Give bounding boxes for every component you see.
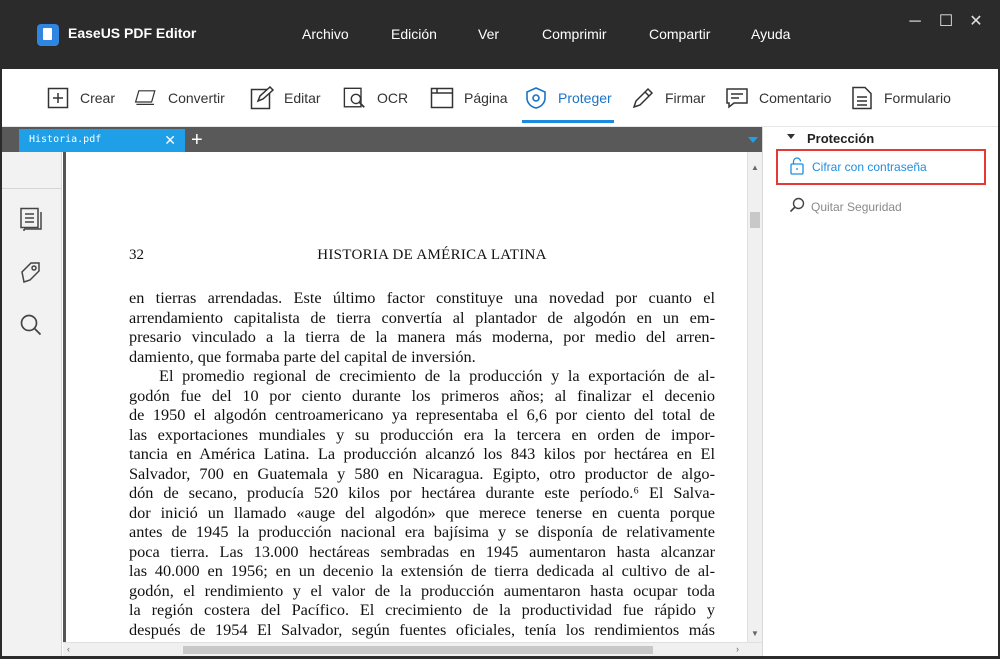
minimize-button[interactable]: ─ — [905, 12, 925, 32]
toolbar-firmar-label: Firmar — [665, 90, 706, 106]
text-line: dón de secano, producía 520 kilos por he… — [129, 483, 715, 502]
shield-icon — [524, 86, 548, 110]
close-window-button[interactable]: ✕ — [966, 12, 986, 32]
menu-comprimir[interactable]: Comprimir — [542, 26, 607, 42]
toolbar-comentario-label: Comentario — [759, 90, 832, 106]
title-bar: EaseUS PDF Editor Archivo Edición Ver Co… — [0, 0, 1000, 69]
text-line: El promedio regional de crecimiento de l… — [159, 366, 715, 385]
scroll-right-arrow-icon[interactable]: › — [736, 644, 739, 654]
thumbnails-icon[interactable] — [19, 207, 43, 231]
remove-security-button[interactable]: Quitar Seguridad — [789, 197, 902, 216]
toolbar-crear-button[interactable]: Crear — [46, 69, 115, 127]
bookmark-icon[interactable] — [19, 260, 43, 284]
text-line: después de 1954 El Salvador, según fuent… — [129, 619, 715, 639]
menu-edicion[interactable]: Edición — [391, 26, 437, 42]
running-head: HISTORIA DE AMÉRICA LATINA — [317, 247, 547, 263]
toolbar-editar-label: Editar — [284, 90, 321, 106]
text-line: antes de 1945 la producción nacional era… — [129, 522, 715, 541]
toolbar-convertir-label: Convertir — [168, 90, 225, 106]
scroll-left-arrow-icon[interactable]: ‹ — [67, 644, 70, 654]
close-tab-icon[interactable]: ✕ — [164, 132, 176, 149]
vertical-scrollbar[interactable]: ▲ ▼ — [747, 152, 762, 642]
text-line: Salvador, 700 en Guatemala y 580 en Nica… — [129, 463, 715, 483]
toolbar-pagina-label: Página — [464, 90, 508, 106]
plus-box-icon — [46, 86, 70, 110]
lock-icon — [790, 156, 804, 178]
text-line: arrendamiento capitalista de tierra conv… — [129, 307, 715, 327]
tab-historia-pdf[interactable]: Historia.pdf ✕ — [19, 129, 185, 152]
text-line: damiento, que formaba parte del capital … — [129, 346, 476, 366]
toolbar-crear-label: Crear — [80, 90, 116, 106]
toolbar-formulario-label: Formulario — [884, 90, 951, 106]
maximize-button[interactable]: ☐ — [936, 12, 956, 32]
text-line: en tierras arrendadas. Este último facto… — [129, 288, 715, 307]
collapse-caret-icon[interactable] — [787, 134, 795, 139]
remove-security-label: Quitar Seguridad — [811, 199, 902, 214]
text-line: las 40.000 en 1956; en un decenio la ext… — [129, 561, 715, 580]
toolbar-proteger-label: Proteger — [558, 90, 612, 106]
page-icon — [430, 86, 454, 110]
toolbar-ocr-label: OCR — [377, 90, 409, 106]
text-line: presario vinculado a la tierra de la man… — [129, 327, 715, 346]
menu-archivo[interactable]: Archivo — [302, 26, 349, 42]
app-logo-icon — [37, 24, 59, 46]
protection-panel: Protección Cifrar con contraseña Quitar … — [762, 127, 1000, 659]
text-line: godón fue del 10 por ciento durante los … — [129, 385, 715, 405]
convert-icon — [134, 86, 158, 110]
toolbar-ocr-button[interactable]: OCR — [343, 69, 408, 127]
toolbar-comentario-button[interactable]: Comentario — [725, 69, 831, 127]
app-title: EaseUS PDF Editor — [68, 25, 197, 41]
text-line: godón, el rendimiento y el valor de la p… — [129, 580, 715, 600]
vertical-scroll-thumb[interactable] — [750, 212, 760, 228]
encrypt-with-password-button[interactable]: Cifrar con contraseña — [776, 149, 986, 185]
comment-icon — [725, 86, 749, 110]
panel-section-title: Protección — [807, 131, 875, 146]
ocr-icon — [343, 86, 367, 110]
tab-dropdown-icon[interactable] — [748, 137, 758, 143]
search-icon[interactable] — [19, 313, 43, 337]
text-line: poca tierra. Las 13.000 hectáreas sembra… — [129, 541, 715, 561]
horizontal-scroll-thumb[interactable] — [183, 646, 653, 654]
pen-icon — [631, 86, 655, 110]
active-tab-underline — [522, 120, 614, 123]
toolbar-proteger-button[interactable]: Proteger — [522, 69, 614, 127]
scroll-up-arrow-icon[interactable]: ▲ — [751, 163, 759, 172]
new-tab-button[interactable]: + — [191, 128, 203, 152]
toolbar-formulario-button[interactable]: Formulario — [850, 69, 951, 127]
scroll-down-arrow-icon[interactable]: ▼ — [751, 629, 759, 638]
encrypt-label: Cifrar con contraseña — [812, 160, 927, 174]
page-body-text: en tierras arrendadas. Este último facto… — [129, 288, 715, 639]
form-icon — [850, 86, 874, 110]
search-icon — [789, 197, 805, 216]
edit-icon — [250, 86, 274, 110]
toolbar-convertir-button[interactable]: Convertir — [134, 69, 225, 127]
text-line: de 1950 el algodón centroamericano ya re… — [129, 405, 715, 424]
toolbar-editar-button[interactable]: Editar — [250, 69, 321, 127]
menu-ayuda[interactable]: Ayuda — [751, 26, 790, 42]
text-line: las exportaciones mundiales y su producc… — [129, 424, 715, 444]
window-frame-left — [0, 69, 2, 659]
text-line: tancia en América Latina. La producción … — [129, 444, 715, 463]
toolbar-pagina-button[interactable]: Página — [430, 69, 508, 127]
text-line: dor inició un llamado «auge del algodón»… — [129, 502, 715, 522]
rail-divider — [0, 188, 62, 189]
document-page[interactable]: 32 HISTORIA DE AMÉRICA LATINA en tierras… — [63, 152, 747, 642]
menu-ver[interactable]: Ver — [478, 26, 499, 42]
text-line: la región costera del Pacífico. El creci… — [129, 600, 715, 619]
menu-compartir[interactable]: Compartir — [649, 26, 710, 42]
main-toolbar: Crear Convertir Editar OCR Página Proteg… — [0, 69, 1000, 127]
tab-label: Historia.pdf — [29, 134, 102, 145]
toolbar-firmar-button[interactable]: Firmar — [631, 69, 705, 127]
horizontal-scrollbar[interactable]: ‹ › — [63, 642, 762, 656]
